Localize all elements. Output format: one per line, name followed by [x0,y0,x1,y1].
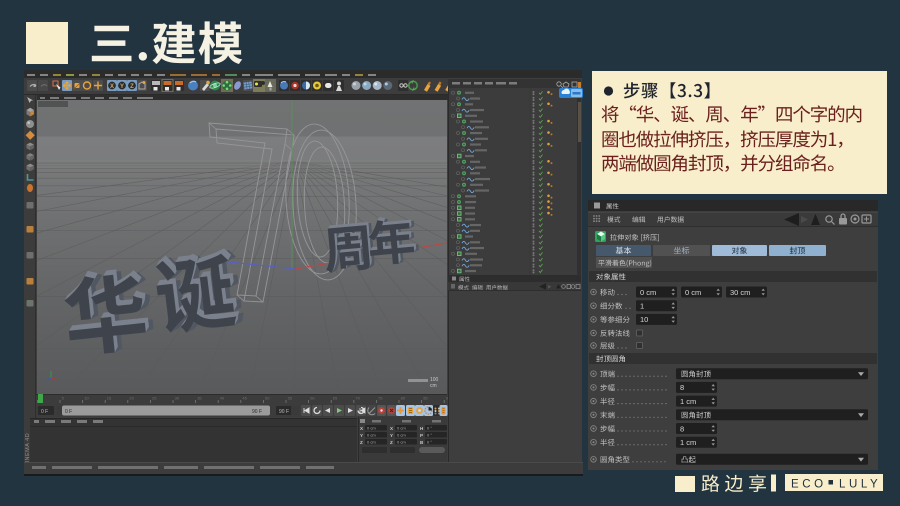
svg-text:LULY: LULY [839,479,881,491]
svg-text:ECO: ECO [791,479,827,491]
